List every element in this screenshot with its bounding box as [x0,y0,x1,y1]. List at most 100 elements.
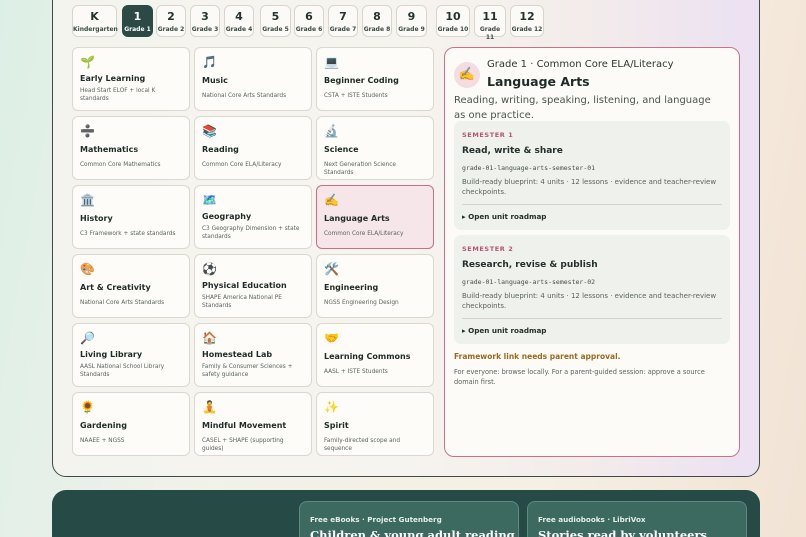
subject-title: Geography [202,212,252,221]
grade-tab-2[interactable]: 2 Grade 2 [156,5,186,37]
subject-card-gardening[interactable]: 🌻 Gardening NAAEE + NGSS [72,392,190,456]
subject-title: Early Learning [80,74,146,83]
grade-tab-10[interactable]: 10 Grade 10 [436,5,470,37]
grade-number: 11 [482,10,498,23]
grade-number: K [90,10,99,23]
grade-tab-5[interactable]: 5 Grade 5 [260,5,291,37]
subject-standards: SHAPE America National PE Standards [202,295,282,309]
subject-card-reading[interactable]: 📚 Reading Common Core ELA/Literacy [194,116,312,180]
laptop-icon: 💻 [324,55,339,69]
map-icon: 🗺️ [202,193,217,207]
classical-building-icon: 🏛️ [80,193,95,207]
subject-title: Physical Education [202,281,287,290]
writing-hand-icon: ✍️ [324,193,339,207]
subject-card-science[interactable]: 🔬 Science Next Generation Science Standard… [316,116,434,180]
subject-standards: Family-directed scope and sequence [324,438,401,452]
subject-title: Gardening [80,421,127,430]
resource-label: Free audiobooks · LibriVox [538,515,646,524]
subject-title: Art & Creativity [80,283,151,292]
open-unit-roadmap-link[interactable]: ▸ Open unit roadmap [462,326,546,335]
subject-card-beginner-coding[interactable]: 💻 Beginner Coding CSTA + ISTE Students [316,47,434,111]
subject-card-homestead-lab[interactable]: 🏠 Homestead Lab Family & Consumer Sciences… [194,323,312,387]
grade-tab-11[interactable]: 11 Grade 11 [474,5,506,41]
subject-meta: Grade 1 · Common Core ELA/Literacy [487,59,674,70]
grade-label: Grade 6 [295,26,323,33]
grade-tab-1[interactable]: 1 Grade 1 [122,5,153,37]
subject-card-history[interactable]: 🏛️ History C3 Framework + state standards [72,185,190,249]
grade-label: Grade 8 [363,26,391,33]
resources-footer: Free eBooks · Project Gutenberg Children… [52,490,760,537]
subject-card-living-library[interactable]: 🔎 Living Library AASL National School Libr… [72,323,190,387]
palette-icon: 🎨 [80,262,95,276]
grade-number: 8 [373,10,381,23]
subject-card-early-learning[interactable]: 🌱 Early Learning Head Start ELOF + local K… [72,47,190,111]
grade-tab-6[interactable]: 6 Grade 6 [294,5,324,37]
subject-title: Science [324,145,359,154]
semester-description: Build-ready blueprint: 4 units · 12 less… [462,178,717,196]
ebooks-card[interactable]: Free eBooks · Project Gutenberg Children… [299,501,519,537]
microscope-icon: 🔬 [324,124,339,138]
tools-icon: 🛠️ [324,262,339,276]
grade-label: Grade 3 [191,26,219,33]
grade-tab-3[interactable]: 3 Grade 3 [190,5,220,37]
subject-card-music[interactable]: 🎵 Music National Core Arts Standards [194,47,312,111]
subject-standards: C3 Geography Dimension + state standards [202,226,300,240]
grade-label: Grade 2 [157,26,185,33]
subject-title: Engineering [324,283,379,292]
subject-card-geography[interactable]: 🗺️ Geography C3 Geography Dimension + stat… [194,185,312,249]
subject-title: Mathematics [80,145,139,154]
subject-title: History [80,214,113,223]
divide-icon: ➗ [80,124,95,138]
grade-label: Kindergarten [73,26,118,33]
semester-title: Research, revise & publish [462,260,598,270]
subject-standards: Common Core ELA/Literacy [202,162,282,168]
grade-number: 3 [201,10,209,23]
grade-tab-8[interactable]: 8 Grade 8 [362,5,392,37]
subject-card-engineering[interactable]: 🛠️ Engineering NGSS Engineering Design [316,254,434,318]
magnifier-icon: 🔎 [80,331,95,345]
subject-card-learning-commons[interactable]: 🤝 Learning Commons AASL + ISTE Students [316,323,434,387]
audiobooks-card[interactable]: Free audiobooks · LibriVox Stories read … [527,501,747,537]
writing-hand-icon: ✍️ [454,62,480,88]
browse-note: For everyone: browse locally. For a pare… [454,368,705,386]
subject-card-mathematics[interactable]: ➗ Mathematics Common Core Mathematics [72,116,190,180]
sparkles-icon: ✨ [324,400,339,414]
grade-tab-7[interactable]: 7 Grade 7 [328,5,358,37]
subject-detail-panel: ✍️ Grade 1 · Common Core ELA/Literacy La… [444,47,740,457]
subject-card-mindful-movement[interactable]: 🧘 Mindful Movement CASEL + SHAPE (supporti… [194,392,312,456]
grade-number: 2 [167,10,175,23]
open-unit-roadmap-link[interactable]: ▸ Open unit roadmap [462,212,546,221]
divider [462,204,722,205]
semester-title: Read, write & share [462,146,563,156]
subject-title: Language Arts [487,74,590,89]
grade-label: Grade 7 [329,26,357,33]
grade-label: Grade 10 [437,26,469,33]
subject-title: Spirit [324,421,349,430]
resource-label: Free eBooks · Project Gutenberg [310,515,442,524]
grade-number: 5 [271,10,280,23]
subject-card-physical-education[interactable]: ⚽ Physical Education SHAPE America Nationa… [194,254,312,318]
grade-label: Grade 1 [124,26,151,33]
semester-label: SEMESTER 1 [462,131,514,139]
grade-label: Grade 4 [225,26,253,33]
divider [462,318,722,319]
grade-tab-k[interactable]: K Kindergarten [72,5,118,37]
subject-title: Mindful Movement [202,421,287,430]
subject-title: Beginner Coding [324,76,399,85]
subject-card-language-arts[interactable]: ✍️ Language Arts Common Core ELA/Literacy [316,185,434,249]
resource-title: Stories read by volunteers [538,528,708,537]
subject-card-spirit[interactable]: ✨ Spirit Family-directed scope and sequenc… [316,392,434,456]
subject-card-art-creativity[interactable]: 🎨 Art & Creativity National Core Arts Stan… [72,254,190,318]
grade-tab-4[interactable]: 4 Grade 4 [224,5,254,37]
grade-label: Grade 12 [511,26,543,33]
books-icon: 📚 [202,124,217,138]
music-note-icon: 🎵 [202,55,217,69]
grade-label: Grade 11 [479,26,501,41]
subject-standards: NAAEE + NGSS [80,438,125,444]
grade-label: Grade 9 [398,26,425,33]
subject-title: Reading [202,145,239,154]
grade-number: 1 [133,10,142,23]
grade-tab-12[interactable]: 12 Grade 12 [510,5,544,37]
subject-standards: Common Core ELA/Literacy [324,231,404,237]
grade-tab-9[interactable]: 9 Grade 9 [396,5,427,37]
